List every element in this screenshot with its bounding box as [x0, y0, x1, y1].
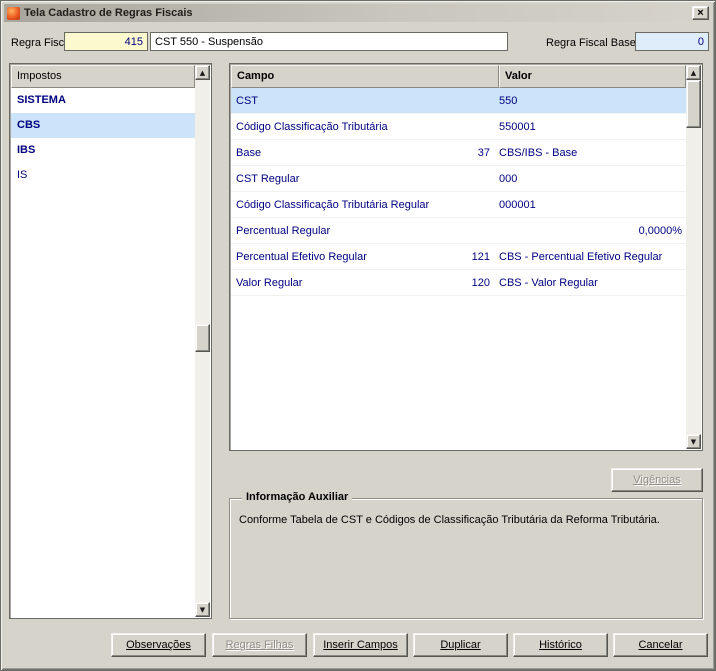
app-icon	[7, 6, 20, 20]
vigencias-button: Vigências	[611, 468, 703, 492]
dialog-regras-fiscais: Tela Cadastro de Regras Fiscais × Regra …	[0, 0, 716, 671]
impostos-item-is[interactable]: IS	[11, 163, 195, 188]
valor-desc-cell: CBS - Valor Regular	[499, 276, 598, 289]
campo-cell: Código Classificação Tributária Regular	[236, 198, 430, 211]
scrollbar-thumb[interactable]	[195, 324, 210, 352]
regra-fiscal-base-label: Regra Fiscal Base	[546, 37, 636, 49]
scrollbar-thumb[interactable]	[686, 80, 701, 128]
table-scrollbar[interactable]: ▲ ▼	[686, 65, 701, 449]
campo-cell: Base	[236, 146, 262, 159]
inserir-campos-button[interactable]: Inserir Campos	[313, 633, 408, 657]
table-row[interactable]: Código Classificação Tributária Regular …	[231, 192, 686, 218]
column-header-valor[interactable]: Valor	[499, 65, 686, 88]
title-bar[interactable]: Tela Cadastro de Regras Fiscais ×	[4, 4, 712, 22]
campos-table-panel: Campo Valor CST 550 Código Classificação…	[229, 63, 703, 451]
valor-desc-cell: CBS/IBS - Base	[499, 146, 578, 159]
valor-desc-cell: 550	[499, 94, 518, 107]
valor-desc-cell: 0,0000%	[638, 224, 682, 237]
campo-cell: Percentual Efetivo Regular	[236, 250, 367, 263]
impostos-panel: Impostos SISTEMA CBS IBS IS ▲ ▼	[9, 63, 212, 619]
impostos-item-ibs[interactable]: IBS	[11, 138, 195, 163]
table-row[interactable]: Base 37 CBS/IBS - Base	[231, 140, 686, 166]
campo-cell: Código Classificação Tributária	[236, 120, 388, 133]
regras-filhas-button: Regras Filhas	[212, 633, 307, 657]
informacao-auxiliar-text: Conforme Tabela de CST e Códigos de Clas…	[239, 514, 660, 526]
scroll-down-icon[interactable]: ▼	[195, 602, 210, 617]
table-row[interactable]: CST 550	[231, 88, 686, 114]
informacao-auxiliar-groupbox: Informação Auxiliar Conforme Tabela de C…	[229, 491, 703, 619]
campo-cell: CST Regular	[236, 172, 300, 185]
impostos-column-header[interactable]: Impostos	[11, 65, 195, 88]
impostos-item-sistema[interactable]: SISTEMA	[11, 88, 195, 113]
valor-num-cell: 37	[477, 146, 490, 159]
valor-desc-cell: 000	[499, 172, 518, 185]
regra-descricao-input[interactable]	[150, 32, 508, 51]
regra-fiscal-base-input[interactable]	[635, 32, 709, 51]
impostos-list: SISTEMA CBS IBS IS	[11, 88, 195, 617]
table-body: CST 550 Código Classificação Tributária …	[231, 88, 686, 449]
observacoes-button[interactable]: Observações	[111, 633, 206, 657]
window-title: Tela Cadastro de Regras Fiscais	[24, 7, 193, 19]
impostos-item-cbs[interactable]: CBS	[11, 113, 195, 138]
table-row[interactable]: Código Classificação Tributária 550001	[231, 114, 686, 140]
duplicar-button[interactable]: Duplicar	[413, 633, 508, 657]
valor-desc-cell: CBS - Percentual Efetivo Regular	[499, 250, 663, 263]
scroll-down-icon[interactable]: ▼	[686, 434, 701, 449]
scroll-up-icon[interactable]: ▲	[195, 65, 210, 80]
cancelar-button[interactable]: Cancelar	[613, 633, 708, 657]
historico-button[interactable]: Histórico	[513, 633, 608, 657]
valor-num-cell: 120	[471, 276, 490, 289]
table-header-row: Campo Valor	[231, 65, 686, 88]
impostos-scrollbar[interactable]: ▲ ▼	[195, 65, 210, 617]
campo-cell: CST	[236, 94, 258, 107]
valor-num-cell: 121	[471, 250, 490, 263]
close-icon[interactable]: ×	[692, 6, 709, 20]
valor-desc-cell: 550001	[499, 120, 536, 133]
valor-desc-cell: 000001	[499, 198, 536, 211]
table-row[interactable]: Percentual Regular 0,0000%	[231, 218, 686, 244]
table-row[interactable]: Valor Regular 120 CBS - Valor Regular	[231, 270, 686, 296]
column-header-campo[interactable]: Campo	[231, 65, 499, 88]
scroll-up-icon[interactable]: ▲	[686, 65, 701, 80]
campo-cell: Percentual Regular	[236, 224, 331, 237]
regra-fiscal-input[interactable]	[64, 32, 148, 51]
table-row[interactable]: CST Regular 000	[231, 166, 686, 192]
groupbox-title: Informação Auxiliar	[242, 491, 353, 503]
campo-cell: Valor Regular	[236, 276, 303, 289]
table-row[interactable]: Percentual Efetivo Regular 121 CBS - Per…	[231, 244, 686, 270]
